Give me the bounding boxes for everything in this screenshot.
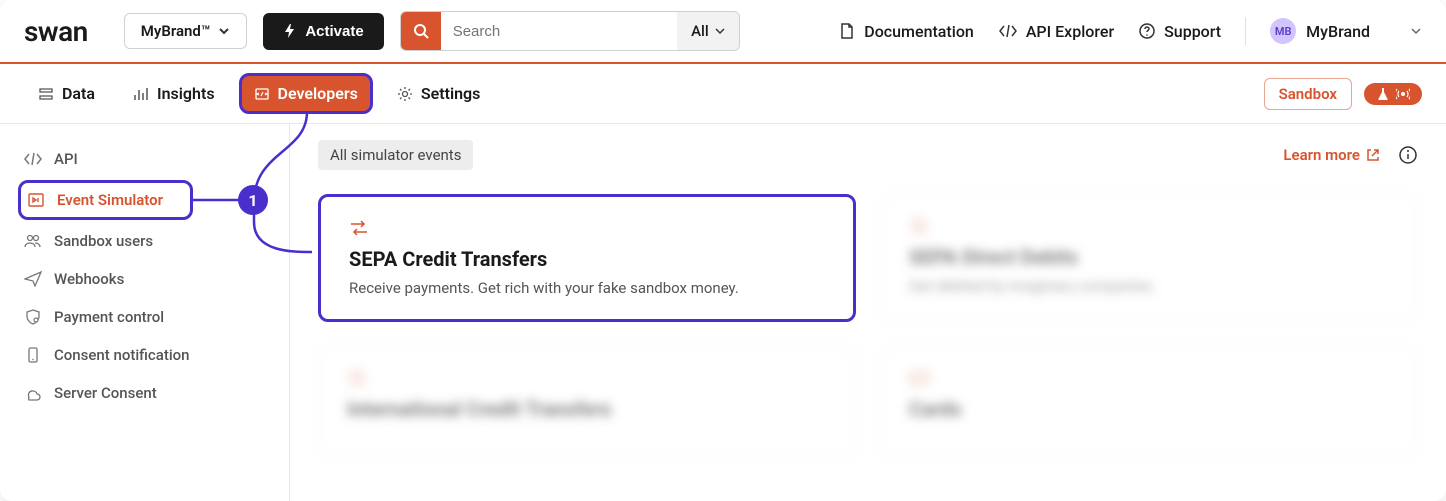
simulator-icon (27, 192, 45, 208)
card-desc: Get debited by imaginary companies. (909, 277, 1389, 295)
flask-icon (1376, 87, 1390, 101)
navbar-right: Sandbox (1264, 78, 1422, 110)
bolt-icon (283, 24, 297, 38)
learn-more-label: Learn more (1283, 146, 1360, 164)
broadcast-icon (1396, 87, 1410, 101)
card-international-credit-transfers[interactable]: International Credit Transfers (318, 346, 856, 456)
sidebar-item-payment-control[interactable]: Payment control (0, 298, 289, 336)
globe-icon (347, 369, 827, 387)
card-icon (909, 369, 1389, 387)
search-button[interactable] (401, 12, 441, 50)
sidebar-item-label: Webhooks (54, 270, 124, 288)
tab-label: Insights (157, 84, 215, 103)
code-icon (998, 23, 1018, 39)
sidebar-item-api[interactable]: API (0, 140, 289, 178)
debit-icon (909, 217, 1389, 235)
external-link-icon (1366, 148, 1380, 162)
sidebar-item-label: Event Simulator (57, 191, 163, 209)
phone-icon (24, 347, 42, 363)
sidebar-item-server-consent[interactable]: Server Consent (0, 374, 289, 412)
cloud-icon (24, 385, 42, 401)
card-grid: SEPA Credit Transfers Receive payments. … (318, 194, 1418, 456)
separator (1245, 17, 1246, 45)
card-sepa-direct-debits[interactable]: SEPA Direct Debits Get debited by imagin… (880, 194, 1418, 322)
tab-label: Settings (421, 84, 481, 103)
developers-icon (254, 86, 270, 102)
search-input[interactable] (441, 12, 677, 50)
activate-button[interactable]: Activate (263, 13, 383, 50)
tab-settings[interactable]: Settings (383, 74, 495, 113)
tab-label: Developers (278, 84, 358, 103)
card-desc: Receive payments. Get rich with your fak… (349, 279, 825, 297)
user-menu[interactable]: MB MyBrand (1270, 18, 1422, 44)
gear-icon (397, 86, 413, 102)
activate-label: Activate (305, 23, 363, 40)
card-cards[interactable]: Cards (880, 346, 1418, 456)
learn-more-link[interactable]: Learn more (1283, 146, 1380, 164)
brand-select[interactable]: MyBrand™ (124, 13, 248, 49)
data-icon (38, 86, 54, 102)
brand-name: MyBrand™ (141, 22, 211, 40)
tab-developers[interactable]: Developers (239, 73, 373, 114)
step-badge: 1 (238, 185, 268, 215)
user-name: MyBrand (1306, 22, 1370, 41)
sidebar-item-label: Server Consent (54, 384, 157, 402)
docs-link[interactable]: Documentation (838, 22, 974, 41)
chevron-down-icon (1410, 25, 1422, 37)
body: API Event Simulator 1 Sandbox users Webh… (0, 124, 1446, 501)
sidebar-item-sandbox-users[interactable]: Sandbox users (0, 222, 289, 260)
chart-icon (133, 86, 149, 102)
sidebar-item-consent-notification[interactable]: Consent notification (0, 336, 289, 374)
card-sepa-credit-transfers[interactable]: SEPA Credit Transfers Receive payments. … (318, 194, 856, 322)
sidebar-item-label: Consent notification (54, 346, 190, 364)
tab-data[interactable]: Data (24, 74, 109, 113)
sidebar-item-label: Payment control (54, 308, 164, 326)
card-title: SEPA Credit Transfers (349, 247, 825, 271)
search-filter[interactable]: All (677, 12, 739, 50)
topbar: swan MyBrand™ Activate All Documentation… (0, 0, 1446, 64)
card-title: SEPA Direct Debits (909, 245, 1389, 269)
search-box: All (400, 11, 740, 51)
sidebar-item-event-simulator[interactable]: Event Simulator 1 (18, 180, 193, 220)
content-header: All simulator events Learn more (318, 140, 1418, 170)
navbar: Data Insights Developers Settings Sandbo… (0, 64, 1446, 124)
card-title: Cards (909, 397, 1389, 421)
logo: swan (24, 15, 88, 48)
sidebar-item-label: Sandbox users (54, 232, 153, 250)
sidebar-item-webhooks[interactable]: Webhooks (0, 260, 289, 298)
search-icon (413, 23, 429, 39)
chevron-down-icon (218, 25, 230, 37)
document-icon (838, 22, 856, 40)
help-icon (1138, 22, 1156, 40)
sandbox-badge[interactable]: Sandbox (1264, 78, 1352, 110)
content-header-right: Learn more (1283, 145, 1418, 165)
users-icon (24, 233, 42, 249)
sidebar-item-label: API (54, 150, 78, 168)
sidebar: API Event Simulator 1 Sandbox users Webh… (0, 124, 290, 501)
content: All simulator events Learn more SEPA Cre… (290, 124, 1446, 501)
shield-icon (24, 309, 42, 325)
support-label: Support (1164, 22, 1221, 41)
chevron-down-icon (715, 26, 725, 36)
search-filter-label: All (691, 22, 709, 40)
docs-label: Documentation (864, 22, 974, 41)
topbar-right: Documentation API Explorer Support MB My… (838, 17, 1422, 45)
card-title: International Credit Transfers (347, 397, 827, 421)
tab-insights[interactable]: Insights (119, 74, 229, 113)
avatar: MB (1270, 18, 1296, 44)
support-link[interactable]: Support (1138, 22, 1221, 41)
send-icon (24, 271, 42, 287)
info-icon[interactable] (1398, 145, 1418, 165)
connector-line (191, 198, 241, 202)
tab-label: Data (62, 84, 95, 103)
api-explorer-label: API Explorer (1026, 22, 1114, 41)
code-icon (24, 151, 42, 167)
live-toggle[interactable] (1364, 83, 1422, 105)
breadcrumb-chip[interactable]: All simulator events (318, 140, 473, 170)
api-explorer-link[interactable]: API Explorer (998, 22, 1114, 41)
transfer-icon (349, 219, 825, 237)
